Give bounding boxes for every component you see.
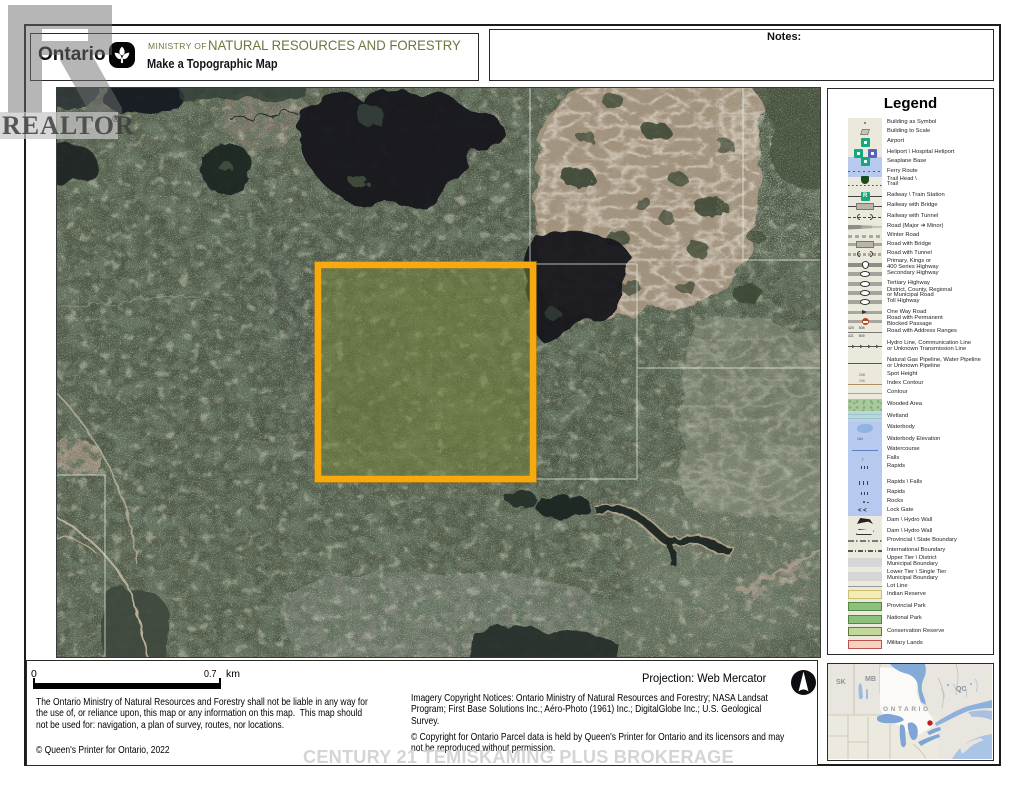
svg-text:SK: SK [836,679,846,686]
svg-text:MB: MB [865,676,876,683]
svg-text:®: ® [112,114,120,125]
svg-text:QC: QC [956,686,967,693]
svg-text:ONTARIO: ONTARIO [883,706,931,713]
